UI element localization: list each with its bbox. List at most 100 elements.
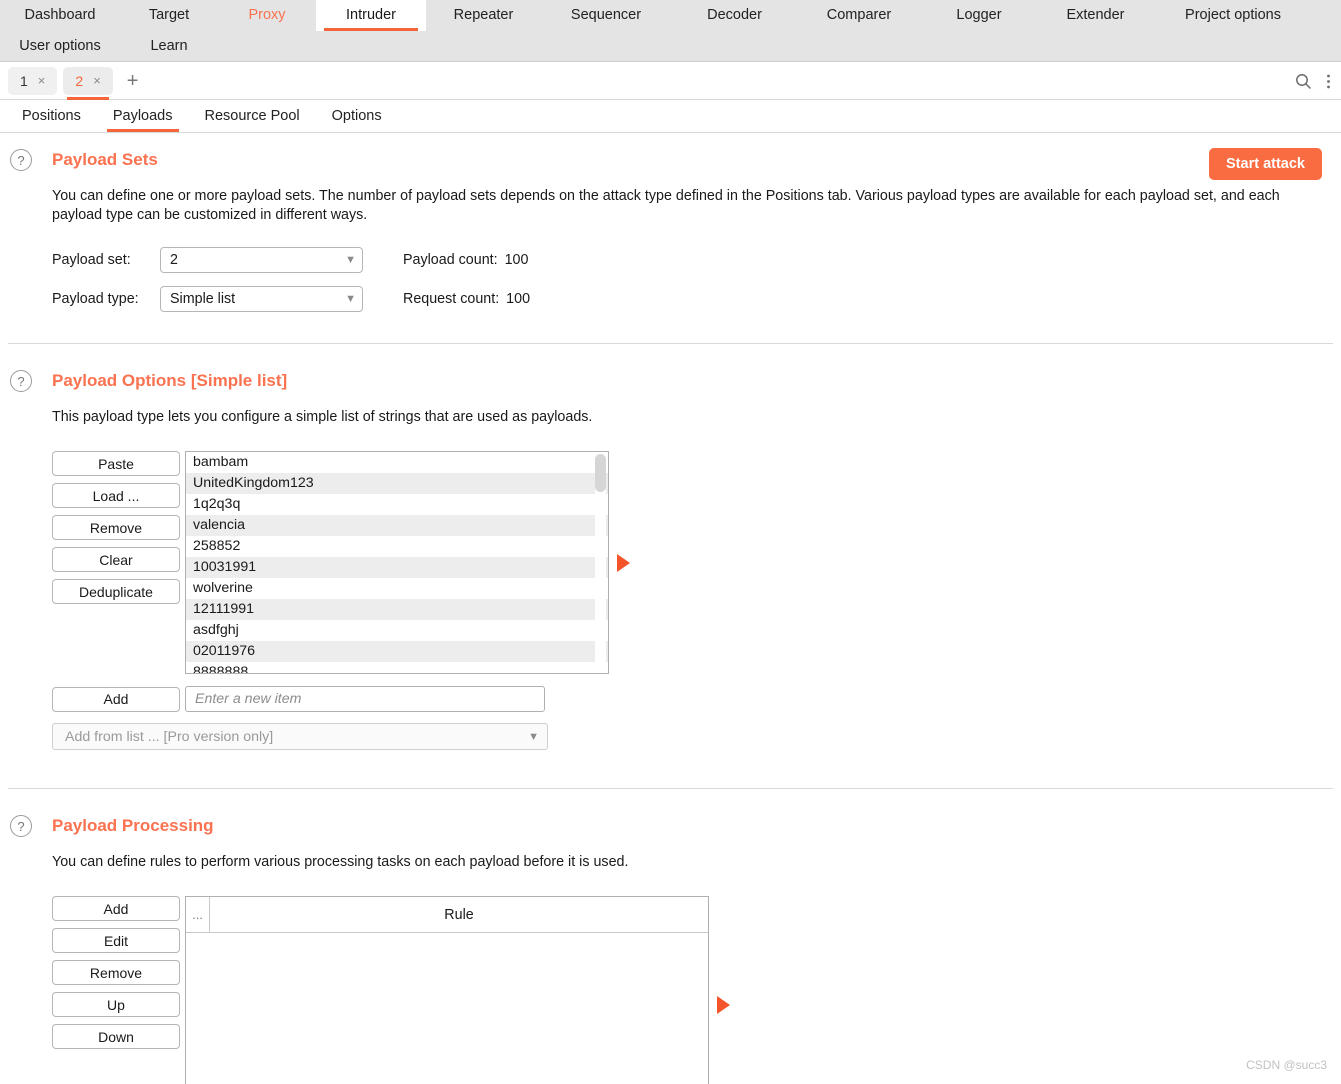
burp-suite-intruder-window: Dashboard Target Proxy Intruder Repeater… xyxy=(0,0,1341,1084)
menu-label: Intruder xyxy=(346,7,396,24)
menu-item-user-options[interactable]: User options xyxy=(0,31,120,62)
payload-type-select[interactable]: Simple list ▼ xyxy=(160,286,363,312)
list-item[interactable]: valencia xyxy=(186,515,608,536)
payload-sets-description: You can define one or more payload sets.… xyxy=(52,188,1280,223)
list-item[interactable]: asdfghj xyxy=(186,620,608,641)
payload-set-row: Payload set: 2 ▼ Payload count: 100 xyxy=(52,245,1341,275)
menu-item-proxy[interactable]: Proxy xyxy=(218,0,316,31)
list-item[interactable]: 1q2q3q xyxy=(186,494,608,515)
scrollbar-thumb[interactable] xyxy=(595,454,606,492)
main-menu-row-2: User options Learn xyxy=(0,31,1341,62)
tab-label: Resource Pool xyxy=(204,108,300,124)
tab-payloads[interactable]: Payloads xyxy=(97,100,189,132)
close-icon[interactable]: × xyxy=(93,73,101,88)
payload-type-value: Simple list xyxy=(170,291,236,307)
tab-label: Positions xyxy=(22,108,81,124)
intruder-sub-tabs: Positions Payloads Resource Pool Options xyxy=(0,100,1341,133)
list-item[interactable]: 12111991 xyxy=(186,599,608,620)
clear-button[interactable]: Clear xyxy=(52,547,180,572)
annotation-arrow-icon xyxy=(617,553,630,572)
payload-type-label: Payload type: xyxy=(52,291,139,307)
new-item-input[interactable] xyxy=(185,686,545,712)
request-count-value: 100 xyxy=(506,291,531,307)
payload-list-buttons: Paste Load ... Remove Clear Deduplicate xyxy=(52,451,180,674)
menu-item-sequencer[interactable]: Sequencer xyxy=(541,0,671,31)
remove-button[interactable]: Remove xyxy=(52,515,180,540)
tab-resource-pool[interactable]: Resource Pool xyxy=(189,100,316,132)
edit-rule-button[interactable]: Edit xyxy=(52,928,180,953)
menu-item-logger[interactable]: Logger xyxy=(920,0,1038,31)
payload-set-value: 2 xyxy=(170,252,178,268)
add-tab-button[interactable]: + xyxy=(119,71,147,91)
chevron-down-icon: ▼ xyxy=(345,254,356,266)
list-item[interactable]: 258852 xyxy=(186,536,608,557)
tab-positions[interactable]: Positions xyxy=(6,100,97,132)
add-payload-button[interactable]: Add xyxy=(52,686,180,712)
watermark: CSDN @succ3 xyxy=(1246,1058,1327,1072)
main-menu-bar: Dashboard Target Proxy Intruder Repeater… xyxy=(0,0,1341,62)
payload-options-section: ? Payload Options [Simple list] This pay… xyxy=(0,344,1341,750)
move-rule-up-button[interactable]: Up xyxy=(52,992,180,1017)
rule-table-col-dots[interactable]: ... xyxy=(186,897,210,932)
payload-list-scrollbar[interactable] xyxy=(595,454,606,673)
deduplicate-button[interactable]: Deduplicate xyxy=(52,579,180,604)
add-from-list-label: Add from list ... [Pro version only] xyxy=(65,728,274,745)
payload-processing-description: You can define rules to perform various … xyxy=(52,854,629,870)
attack-tab-label: 2 xyxy=(75,72,84,89)
payload-type-row: Payload type: Simple list ▼ Request coun… xyxy=(52,284,1341,314)
menu-item-dashboard[interactable]: Dashboard xyxy=(0,0,120,31)
rule-table-body xyxy=(186,933,708,1084)
help-icon[interactable]: ? xyxy=(10,149,32,171)
help-icon[interactable]: ? xyxy=(10,815,32,837)
add-rule-button[interactable]: Add xyxy=(52,896,180,921)
list-item[interactable]: 8888888 xyxy=(186,662,608,673)
menu-label: Comparer xyxy=(826,7,892,24)
menu-item-decoder[interactable]: Decoder xyxy=(671,0,798,31)
search-icon[interactable] xyxy=(1295,73,1312,90)
overflow-menu-icon[interactable] xyxy=(1326,73,1331,90)
load-button[interactable]: Load ... xyxy=(52,483,180,508)
rule-table-col-rule[interactable]: Rule xyxy=(210,897,708,932)
menu-item-repeater[interactable]: Repeater xyxy=(426,0,541,31)
request-count-label: Request count: xyxy=(403,291,500,307)
rule-buttons: Add Edit Remove Up Down xyxy=(52,896,180,1084)
menu-item-target[interactable]: Target xyxy=(120,0,218,31)
rule-table-widget: Add Edit Remove Up Down ... Rule xyxy=(52,896,1341,1084)
help-icon[interactable]: ? xyxy=(10,370,32,392)
menu-label: Decoder xyxy=(707,7,762,24)
list-item[interactable]: 10031991 xyxy=(186,557,608,578)
payload-set-select[interactable]: 2 ▼ xyxy=(160,247,363,273)
list-item[interactable]: wolverine xyxy=(186,578,608,599)
menu-item-learn[interactable]: Learn xyxy=(120,31,218,62)
paste-button[interactable]: Paste xyxy=(52,451,180,476)
section-title: Payload Sets xyxy=(52,150,158,169)
menu-item-intruder[interactable]: Intruder xyxy=(316,0,426,31)
menu-label: Dashboard xyxy=(24,7,96,24)
menu-item-comparer[interactable]: Comparer xyxy=(798,0,920,31)
section-title: Payload Processing xyxy=(52,816,214,835)
rule-table[interactable]: ... Rule xyxy=(185,896,709,1084)
chevron-down-icon: ▼ xyxy=(528,730,539,743)
remove-rule-button[interactable]: Remove xyxy=(52,960,180,985)
list-item[interactable]: 02011976 xyxy=(186,641,608,662)
payload-count: Payload count: 100 xyxy=(403,252,528,268)
payload-set-label: Payload set: xyxy=(52,252,131,268)
payload-count-label: Payload count: xyxy=(403,252,498,268)
menu-label: Logger xyxy=(956,7,1002,24)
payload-list[interactable]: bambam UnitedKingdom123 1q2q3q valencia … xyxy=(185,451,609,674)
list-item[interactable]: bambam xyxy=(186,452,608,473)
move-rule-down-button[interactable]: Down xyxy=(52,1024,180,1049)
tab-label: Payloads xyxy=(112,108,173,124)
attack-tab-2[interactable]: 2 × xyxy=(63,66,113,100)
add-from-list-select[interactable]: Add from list ... [Pro version only] ▼ xyxy=(52,723,548,750)
add-button-col: Add xyxy=(52,686,180,712)
menu-item-project-options[interactable]: Project options xyxy=(1153,0,1313,31)
payload-sets-section: ? Payload Sets You can define one or mor… xyxy=(0,133,1341,314)
tab-options[interactable]: Options xyxy=(316,100,398,132)
menu-item-extender[interactable]: Extender xyxy=(1038,0,1153,31)
close-icon[interactable]: × xyxy=(38,73,46,88)
attack-tab-1[interactable]: 1 × xyxy=(8,66,58,95)
list-item[interactable]: UnitedKingdom123 xyxy=(186,473,608,494)
menu-label: Extender xyxy=(1066,7,1125,24)
section-title: Payload Options [Simple list] xyxy=(52,371,288,390)
